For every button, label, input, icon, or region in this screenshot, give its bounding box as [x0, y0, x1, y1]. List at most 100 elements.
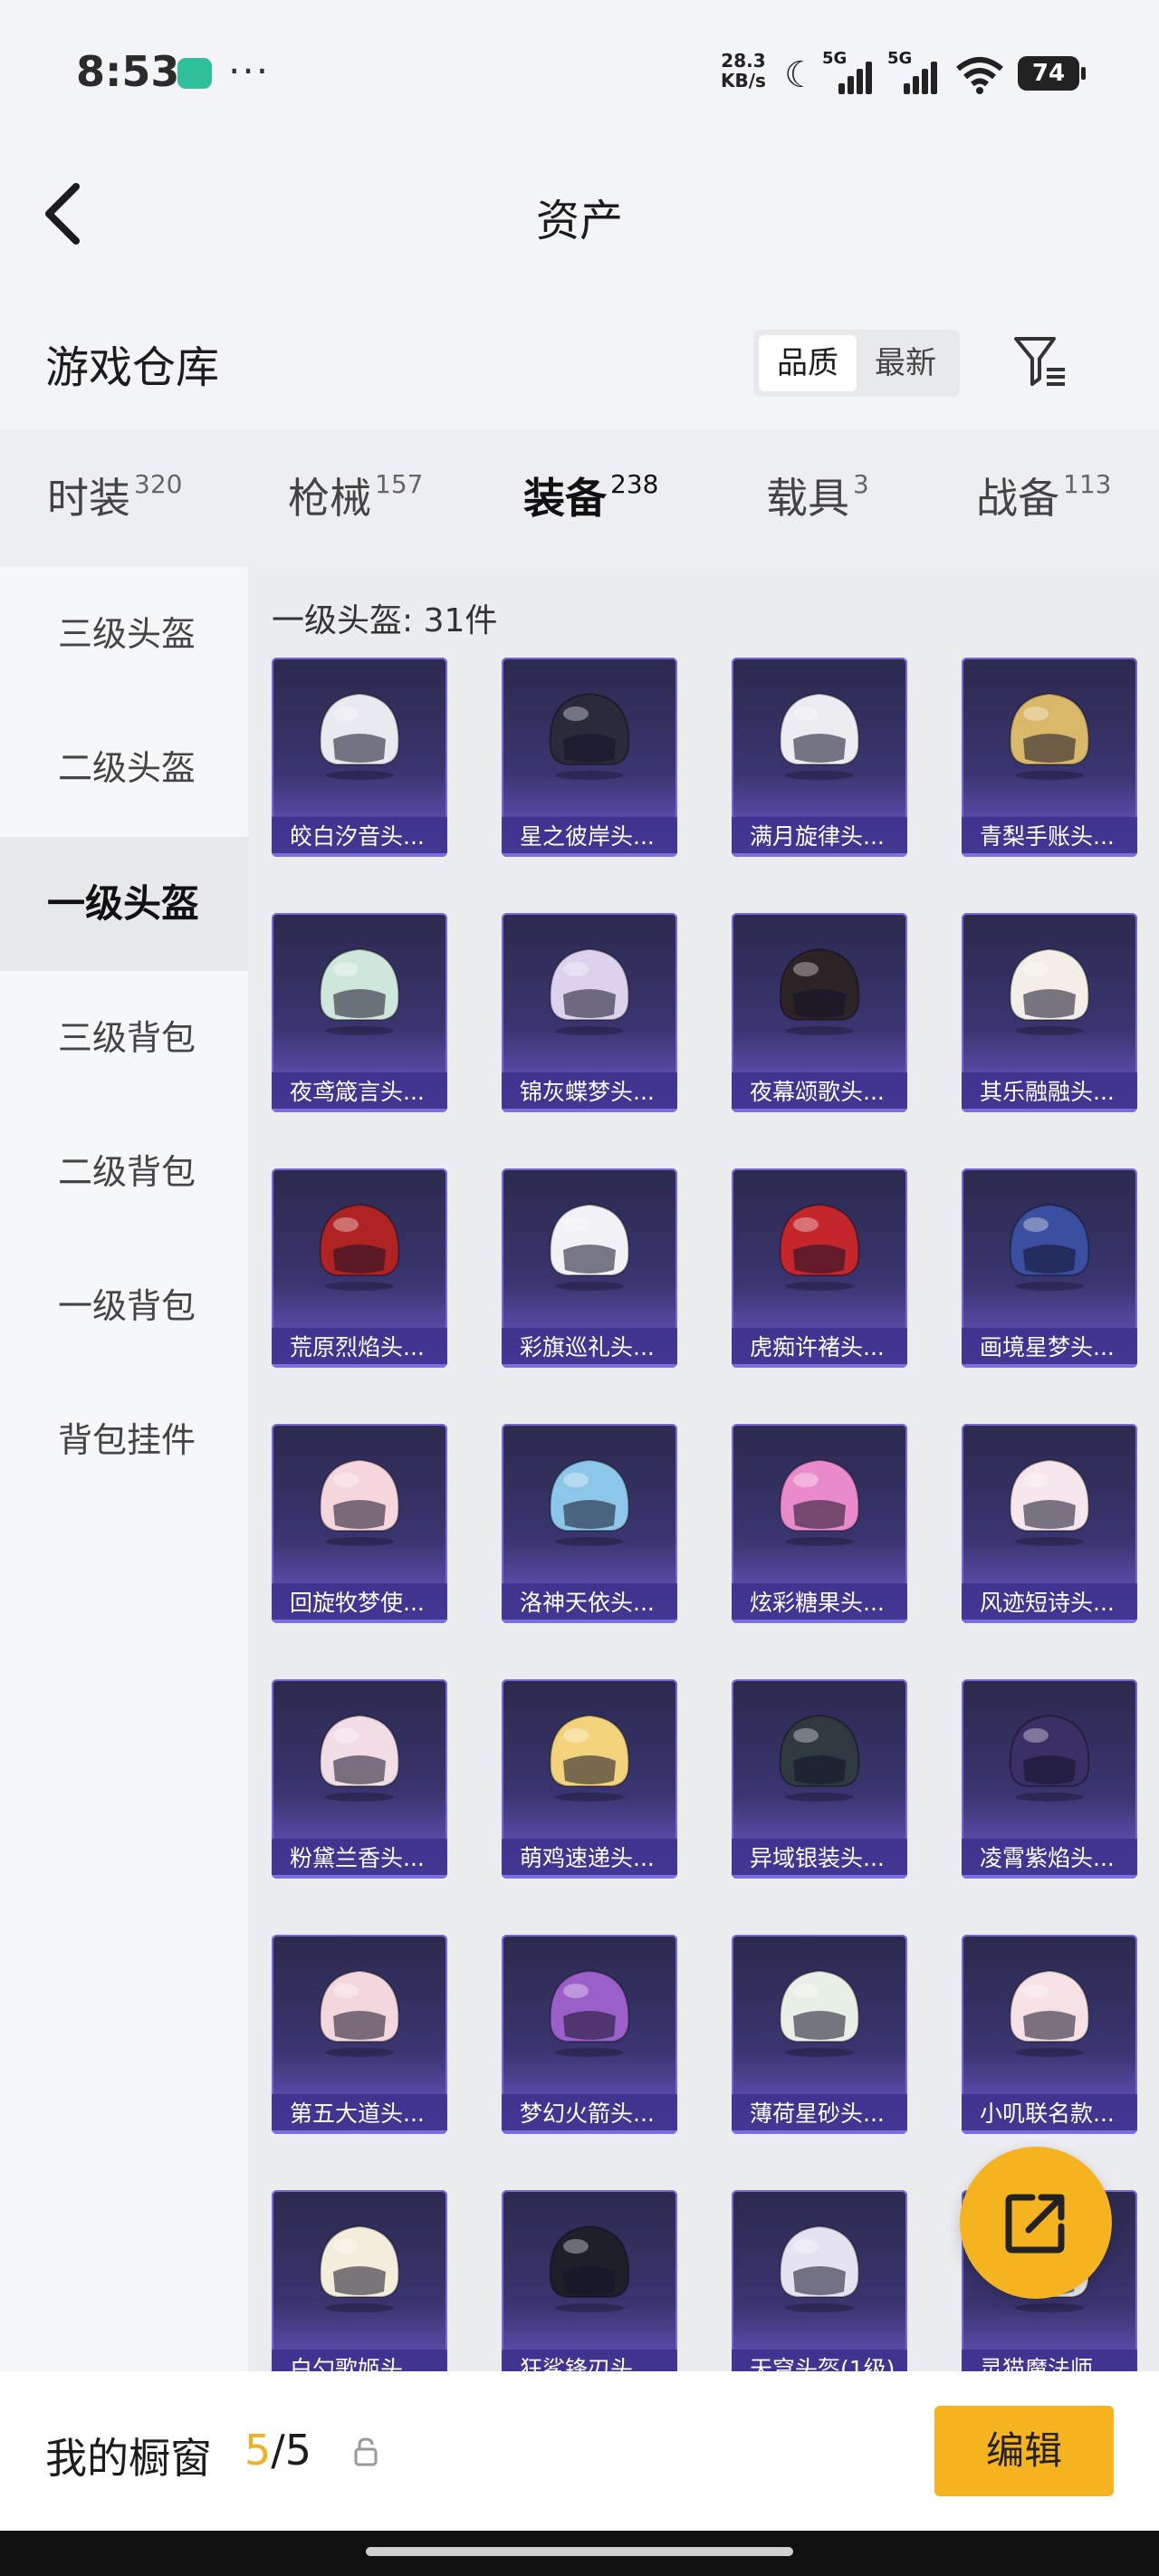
helmet-icon — [319, 947, 400, 1035]
item-name: 白勺歌姬头... — [272, 2350, 447, 2371]
helmet-icon — [1009, 692, 1090, 780]
subcategory-sidebar: 三级头盔 二级头盔 一级头盔 三级背包 二级背包 一级背包 背包挂件 — [0, 567, 248, 2371]
page-title: 资产 — [535, 196, 623, 246]
helmet-icon — [779, 947, 860, 1035]
helmet-icon — [1009, 1714, 1090, 1802]
item-name: 小叽联名款... — [962, 2094, 1137, 2134]
tab-firearms[interactable]: 枪械 157 — [288, 466, 423, 525]
sidebar-item-level1-helmet[interactable]: 一级头盔 — [0, 837, 248, 971]
signal-1-label: 5G — [822, 49, 848, 68]
item-card[interactable]: 薄荷星砂头... — [732, 1935, 907, 2134]
item-card[interactable]: 虎痴许褚头... — [732, 1168, 907, 1368]
status-bar: 8:53 ··· 28.3 KB/s ☾ 5G 5G 74 — [0, 0, 1159, 145]
tab-vehicles-count: 3 — [853, 469, 869, 499]
item-name: 灵猫魔法师... — [962, 2350, 1137, 2371]
item-name: 回旋牧梦使... — [272, 1583, 447, 1623]
item-card[interactable]: 锦灰蝶梦头... — [502, 913, 677, 1112]
home-indicator[interactable] — [366, 2547, 793, 2556]
helmet-icon — [779, 1458, 860, 1546]
item-name: 彩旗巡礼头... — [502, 1328, 677, 1368]
item-card[interactable]: 小叽联名款... — [962, 1935, 1137, 2134]
edit-button[interactable]: 编辑 — [934, 2406, 1114, 2496]
helmet-icon — [549, 1203, 630, 1291]
item-name: 洛神天依头... — [502, 1583, 677, 1623]
showcase-count: 5/5 — [244, 2426, 311, 2475]
item-card[interactable]: 夜鸢箴言头... — [272, 913, 447, 1112]
item-card[interactable]: 异域银装头... — [732, 1679, 907, 1879]
item-card[interactable]: 洛神天依头... — [502, 1424, 677, 1623]
helmet-icon — [549, 692, 630, 780]
sort-option-newest[interactable]: 最新 — [857, 335, 954, 391]
item-card[interactable]: 皎白汐音头... — [272, 658, 447, 857]
share-fab-button[interactable] — [960, 2147, 1112, 2299]
tab-vehicles-label: 载具 — [766, 474, 849, 523]
item-name: 青梨手账头... — [962, 817, 1137, 857]
filter-button[interactable] — [1012, 333, 1068, 389]
lock-icon — [354, 2437, 378, 2466]
battery-indicator: 74 — [1018, 56, 1086, 91]
item-card[interactable]: 画境星梦头... — [962, 1168, 1137, 1368]
item-card[interactable]: 凌霄紫焰头... — [962, 1679, 1137, 1879]
warehouse-title: 游戏仓库 — [45, 342, 220, 393]
sidebar-item-level3-helmet[interactable]: 三级头盔 — [0, 567, 248, 701]
network-speed: 28.3 KB/s — [721, 51, 766, 91]
helmet-icon — [319, 692, 400, 780]
showcase-bar: 我的橱窗 5/5 编辑 — [0, 2371, 1159, 2531]
item-name: 第五大道头... — [272, 2094, 447, 2134]
item-card[interactable]: 彩旗巡礼头... — [502, 1168, 677, 1368]
item-card[interactable]: 青梨手账头... — [962, 658, 1137, 857]
tab-war-supplies-label: 战备 — [976, 474, 1059, 523]
item-card[interactable]: 梦幻火箭头... — [502, 1935, 677, 2134]
helmet-icon — [549, 1714, 630, 1802]
item-card[interactable]: 风迹短诗头... — [962, 1424, 1137, 1623]
network-speed-unit: KB/s — [721, 70, 766, 91]
item-card[interactable]: 白勺歌姬头... — [272, 2190, 447, 2371]
item-card[interactable]: 回旋牧梦使... — [272, 1424, 447, 1623]
item-name: 夜幕颂歌头... — [732, 1072, 907, 1112]
helmet-icon — [319, 1203, 400, 1291]
item-card[interactable]: 满月旋律头... — [732, 658, 907, 857]
sort-toggle: 品质 最新 — [753, 330, 960, 397]
item-card[interactable]: 粉黛兰香头... — [272, 1679, 447, 1879]
item-name: 荒原烈焰头... — [272, 1328, 447, 1368]
item-name: 风迹短诗头... — [962, 1583, 1137, 1623]
item-name: 锦灰蝶梦头... — [502, 1072, 677, 1112]
nav-bar: 资产 — [0, 145, 1159, 281]
item-name: 狂鲨锋刃头... — [502, 2350, 677, 2371]
tab-fashion-label: 时装 — [47, 474, 130, 523]
item-card[interactable]: 星之彼岸头... — [502, 658, 677, 857]
item-name: 皎白汐音头... — [272, 817, 447, 857]
item-panel: 一级头盔: 31件 皎白汐音头... 星之彼岸头... 满月旋律头... 青梨手账头.… — [248, 567, 1159, 2371]
sort-option-quality[interactable]: 品质 — [759, 335, 857, 391]
cell-signal-2-icon: 5G — [887, 49, 937, 94]
category-tabs: 时装 320 枪械 157 装备 238 载具 3 战备 113 — [0, 429, 1159, 577]
sidebar-item-backpack-charm[interactable]: 背包挂件 — [0, 1373, 248, 1507]
item-card[interactable]: 第五大道头... — [272, 1935, 447, 2134]
tab-war-supplies[interactable]: 战备 113 — [976, 466, 1111, 525]
helmet-icon — [779, 1969, 860, 2057]
sidebar-item-level1-backpack[interactable]: 一级背包 — [0, 1239, 248, 1373]
tab-firearms-label: 枪械 — [288, 474, 371, 523]
item-count-label: 一级头盔: 31件 — [272, 602, 498, 639]
item-name: 凌霄紫焰头... — [962, 1839, 1137, 1879]
showcase-total: /5 — [271, 2426, 312, 2475]
item-card[interactable]: 夜幕颂歌头... — [732, 913, 907, 1112]
sidebar-item-level2-backpack[interactable]: 二级背包 — [0, 1105, 248, 1239]
item-card[interactable]: 荒原烈焰头... — [272, 1168, 447, 1368]
tab-equipment[interactable]: 装备 238 — [523, 466, 658, 577]
sidebar-item-level2-helmet[interactable]: 二级头盔 — [0, 701, 248, 835]
helmet-icon — [779, 1203, 860, 1291]
cell-signal-1-icon: 5G — [822, 49, 872, 94]
helmet-icon — [319, 2225, 400, 2312]
sidebar-item-level3-backpack[interactable]: 三级背包 — [0, 971, 248, 1105]
item-card[interactable]: 狂鲨锋刃头... — [502, 2190, 677, 2371]
tab-vehicles[interactable]: 载具 3 — [766, 466, 869, 525]
item-card[interactable]: 其乐融融头... — [962, 913, 1137, 1112]
item-card[interactable]: 萌鸡速递头... — [502, 1679, 677, 1879]
tab-fashion[interactable]: 时装 320 — [47, 466, 182, 525]
item-name: 夜鸢箴言头... — [272, 1072, 447, 1112]
item-name: 炫彩糖果头... — [732, 1583, 907, 1623]
tab-firearms-count: 157 — [375, 469, 424, 499]
item-card[interactable]: 炫彩糖果头... — [732, 1424, 907, 1623]
item-card[interactable]: 天穹头盔(1级) — [732, 2190, 907, 2371]
